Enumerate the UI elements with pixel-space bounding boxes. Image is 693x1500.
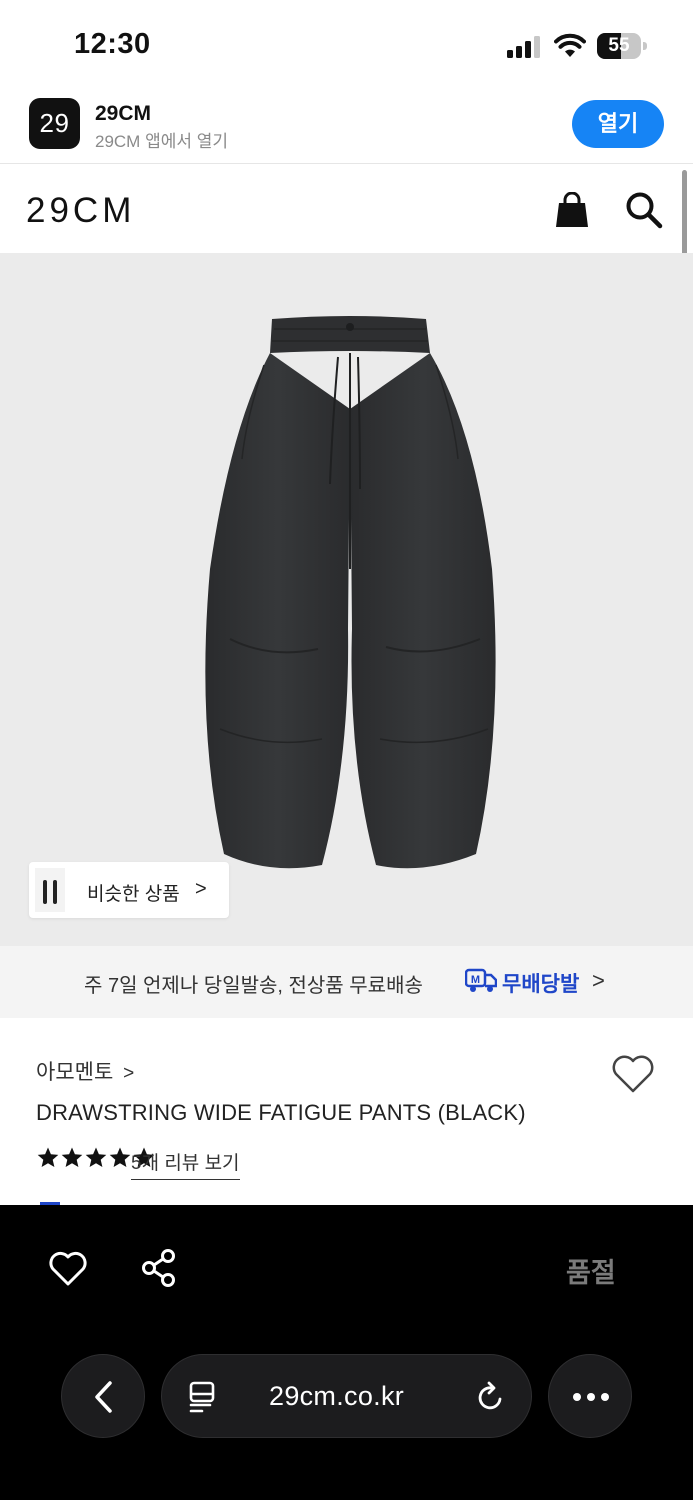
bottom-action-bar: 품절 29cm.co.kr xyxy=(0,1205,693,1500)
shipping-info-banner[interactable]: 주 7일 언제나 당일발송, 전상품 무료배송 M 무배당발 > xyxy=(0,946,693,1018)
chevron-right-icon: > xyxy=(592,968,605,993)
search-icon[interactable] xyxy=(625,191,663,229)
site-logo[interactable]: 29CM xyxy=(26,191,135,231)
product-photo-pants xyxy=(205,316,496,869)
wifi-icon xyxy=(554,33,586,57)
battery-icon: 55 xyxy=(597,33,647,59)
star-icon xyxy=(109,1147,131,1167)
delivery-truck-icon: M xyxy=(465,968,497,992)
brand-link[interactable]: 아모멘토 > xyxy=(36,1056,134,1086)
shopping-bag-icon[interactable] xyxy=(555,192,589,228)
sold-out-label: 품절 xyxy=(566,1258,616,1288)
chevron-left-icon xyxy=(95,1381,112,1413)
open-app-button[interactable]: 열기 xyxy=(572,100,664,148)
product-image[interactable]: 비슷한 상품 > xyxy=(0,253,693,946)
cellular-signal-icon xyxy=(507,36,540,58)
status-time: 12:30 xyxy=(74,28,151,60)
heart-icon[interactable] xyxy=(49,1251,87,1287)
similar-products-label: 비슷한 상품 xyxy=(87,884,180,905)
reader-mode-icon[interactable] xyxy=(188,1381,218,1413)
star-icon xyxy=(37,1147,59,1167)
similar-product-thumbnail xyxy=(35,868,65,912)
shipping-brand-label: 무배당발 xyxy=(502,973,580,996)
share-icon[interactable] xyxy=(141,1248,177,1288)
reload-icon[interactable] xyxy=(476,1381,506,1413)
more-dots-icon xyxy=(573,1393,609,1401)
status-bar: 12:30 55 xyxy=(0,0,693,88)
browser-back-button[interactable] xyxy=(61,1354,145,1438)
site-header: 29CM xyxy=(0,165,693,253)
app-subtitle: 29CM 앱에서 열기 xyxy=(95,132,228,151)
app-install-banner: 29 29CM 29CM 앱에서 열기 열기 xyxy=(0,88,693,164)
product-title: DRAWSTRING WIDE FATIGUE PANTS (BLACK) xyxy=(36,1100,526,1125)
app-name: 29CM xyxy=(95,102,152,125)
similar-products-button[interactable]: 비슷한 상품 > xyxy=(29,862,229,918)
shipping-text: 주 7일 언제나 당일발송, 전상품 무료배송 xyxy=(84,975,423,997)
star-icon xyxy=(85,1147,107,1167)
heart-icon[interactable] xyxy=(611,1054,655,1094)
browser-address-bar[interactable]: 29cm.co.kr xyxy=(161,1354,532,1438)
app-icon[interactable]: 29 xyxy=(29,98,80,149)
url-text: 29cm.co.kr xyxy=(269,1381,405,1411)
brand-name: 아모멘토 xyxy=(36,1061,114,1084)
chevron-right-icon: > xyxy=(195,878,207,900)
reviews-link[interactable]: 5개 리뷰 보기 xyxy=(131,1148,240,1180)
chevron-right-icon: > xyxy=(123,1063,135,1084)
browser-more-button[interactable] xyxy=(548,1354,632,1438)
battery-percent: 55 xyxy=(608,35,630,56)
star-icon xyxy=(61,1147,83,1167)
delivery-badge-letter: M xyxy=(471,974,480,986)
